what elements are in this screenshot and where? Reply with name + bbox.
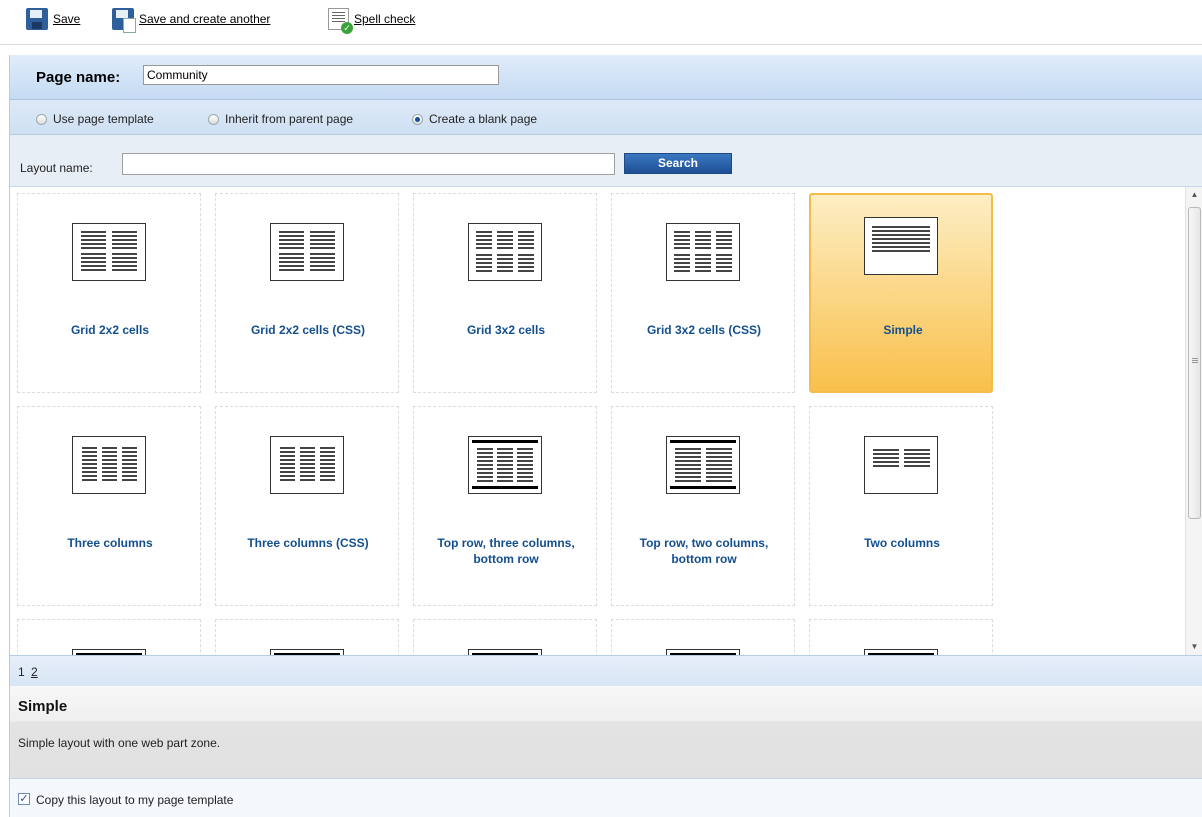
save-button[interactable]: Save	[26, 8, 80, 30]
layout-name-label: Layout name:	[20, 161, 93, 175]
three-columns-layout-icon	[270, 436, 344, 494]
copy-layout-row: ✓ Copy this layout to my page template	[10, 779, 1202, 817]
inherit-from-parent-option[interactable]: Inherit from parent page	[208, 112, 353, 126]
search-button[interactable]: Search	[624, 153, 732, 174]
grid-2x2-layout-icon	[72, 223, 146, 281]
page-name-label: Page name:	[36, 69, 121, 86]
save-label: Save	[53, 12, 81, 26]
pager-page-link[interactable]: 2	[31, 665, 38, 679]
spell-check-button[interactable]: Spell check	[328, 8, 416, 34]
layout-tile-top-two-bottom[interactable]: Top row, two columns, bottom row	[611, 406, 795, 606]
layout-description-box: Simple Simple layout with one web part z…	[10, 686, 1202, 779]
layout-tile-top-three-bottom[interactable]: Top row, three columns, bottom row	[413, 406, 597, 606]
create-blank-page-label: Create a blank page	[429, 112, 538, 126]
radio-use-page-template[interactable]	[36, 113, 47, 125]
scroll-down-arrow-icon[interactable]: ▼	[1186, 639, 1202, 655]
selected-layout-title: Simple	[18, 698, 68, 715]
layout-name: Two columns	[864, 536, 940, 550]
layout-name: Grid 2x2 cells	[70, 323, 150, 337]
layout-name: Grid 3x2 cells (CSS)	[646, 323, 762, 337]
copy-layout-checkbox[interactable]: ✓	[18, 793, 30, 805]
layout-tile[interactable]	[215, 619, 399, 655]
layout-tile-three-columns-css[interactable]: Three columns (CSS)	[215, 406, 399, 606]
layout-tile-grid-2x2[interactable]: Grid 2x2 cells	[17, 193, 201, 393]
radio-create-blank-page[interactable]	[412, 113, 423, 125]
spell-check-icon	[328, 8, 353, 34]
layout-tile-two-columns[interactable]: Two columns	[809, 406, 993, 606]
layout-tile-grid-2x2-css[interactable]: Grid 2x2 cells (CSS)	[215, 193, 399, 393]
three-columns-layout-icon	[72, 436, 146, 494]
inherit-from-parent-label: Inherit from parent page	[225, 112, 354, 126]
layout-name: Top row, three columns, bottom row	[437, 536, 575, 566]
layout-tile[interactable]	[17, 619, 201, 655]
save-and-create-another-label: Save and create another	[139, 12, 271, 26]
use-page-template-label: Use page template	[53, 112, 154, 126]
layout-name: Simple	[883, 323, 923, 337]
toolbar: Save Save and create another Spell check	[0, 0, 1202, 44]
grid-3x2-layout-icon	[468, 223, 542, 281]
page-source-options: Use page template Inherit from parent pa…	[10, 100, 1202, 135]
layout-tile-three-columns[interactable]: Three columns	[17, 406, 201, 606]
copy-layout-label: Copy this layout to my page template	[36, 793, 234, 807]
layout-name: Three columns (CSS)	[247, 536, 369, 550]
floppy-disk-icon	[26, 8, 48, 30]
create-blank-page-option[interactable]: Create a blank page	[412, 112, 537, 126]
toolbar-divider	[0, 44, 1202, 45]
save-new-icon	[112, 8, 136, 33]
layout-pager: 1 2	[10, 655, 1202, 687]
layout-search-bar: Layout name: Search	[10, 135, 1202, 187]
layout-tile-grid-3x2[interactable]: Grid 3x2 cells	[413, 193, 597, 393]
layout-name: Top row, two columns, bottom row	[639, 536, 769, 566]
grip-icon	[1192, 358, 1198, 364]
top-three-bottom-layout-icon	[468, 436, 542, 494]
selected-layout-description: Simple layout with one web part zone.	[18, 736, 221, 750]
save-and-create-another-button[interactable]: Save and create another	[112, 8, 271, 33]
spell-check-label: Spell check	[354, 12, 416, 26]
simple-layout-icon	[864, 217, 938, 275]
use-page-template-option[interactable]: Use page template	[36, 112, 154, 126]
layout-tile-grid-3x2-css[interactable]: Grid 3x2 cells (CSS)	[611, 193, 795, 393]
layout-tile[interactable]	[611, 619, 795, 655]
layout-tile[interactable]	[413, 619, 597, 655]
two-columns-layout-icon	[864, 436, 938, 494]
layout-tile[interactable]	[809, 619, 993, 655]
new-page-panel: Page name: Use page template Inherit fro…	[9, 55, 1202, 817]
layout-name: Three columns	[67, 536, 153, 550]
scrollbar-thumb[interactable]	[1188, 207, 1201, 519]
page-name-bar: Page name:	[10, 55, 1202, 100]
grid-2x2-layout-icon	[270, 223, 344, 281]
layout-grid-scrollbar[interactable]: ▲ ▼	[1185, 187, 1202, 655]
top-two-bottom-layout-icon	[666, 436, 740, 494]
grid-3x2-layout-icon	[666, 223, 740, 281]
pager-current-page: 1	[18, 665, 25, 679]
layout-tile-simple[interactable]: Simple	[809, 193, 993, 393]
layout-name-input[interactable]	[122, 153, 615, 175]
page-name-input[interactable]	[143, 65, 499, 85]
layout-name: Grid 3x2 cells	[466, 323, 546, 337]
scroll-up-arrow-icon[interactable]: ▲	[1186, 187, 1202, 203]
radio-inherit-from-parent[interactable]	[208, 113, 219, 125]
layout-grid: Grid 2x2 cells Grid 2x2 cells (CSS) Grid…	[10, 187, 1184, 655]
layout-name: Grid 2x2 cells (CSS)	[250, 323, 366, 337]
